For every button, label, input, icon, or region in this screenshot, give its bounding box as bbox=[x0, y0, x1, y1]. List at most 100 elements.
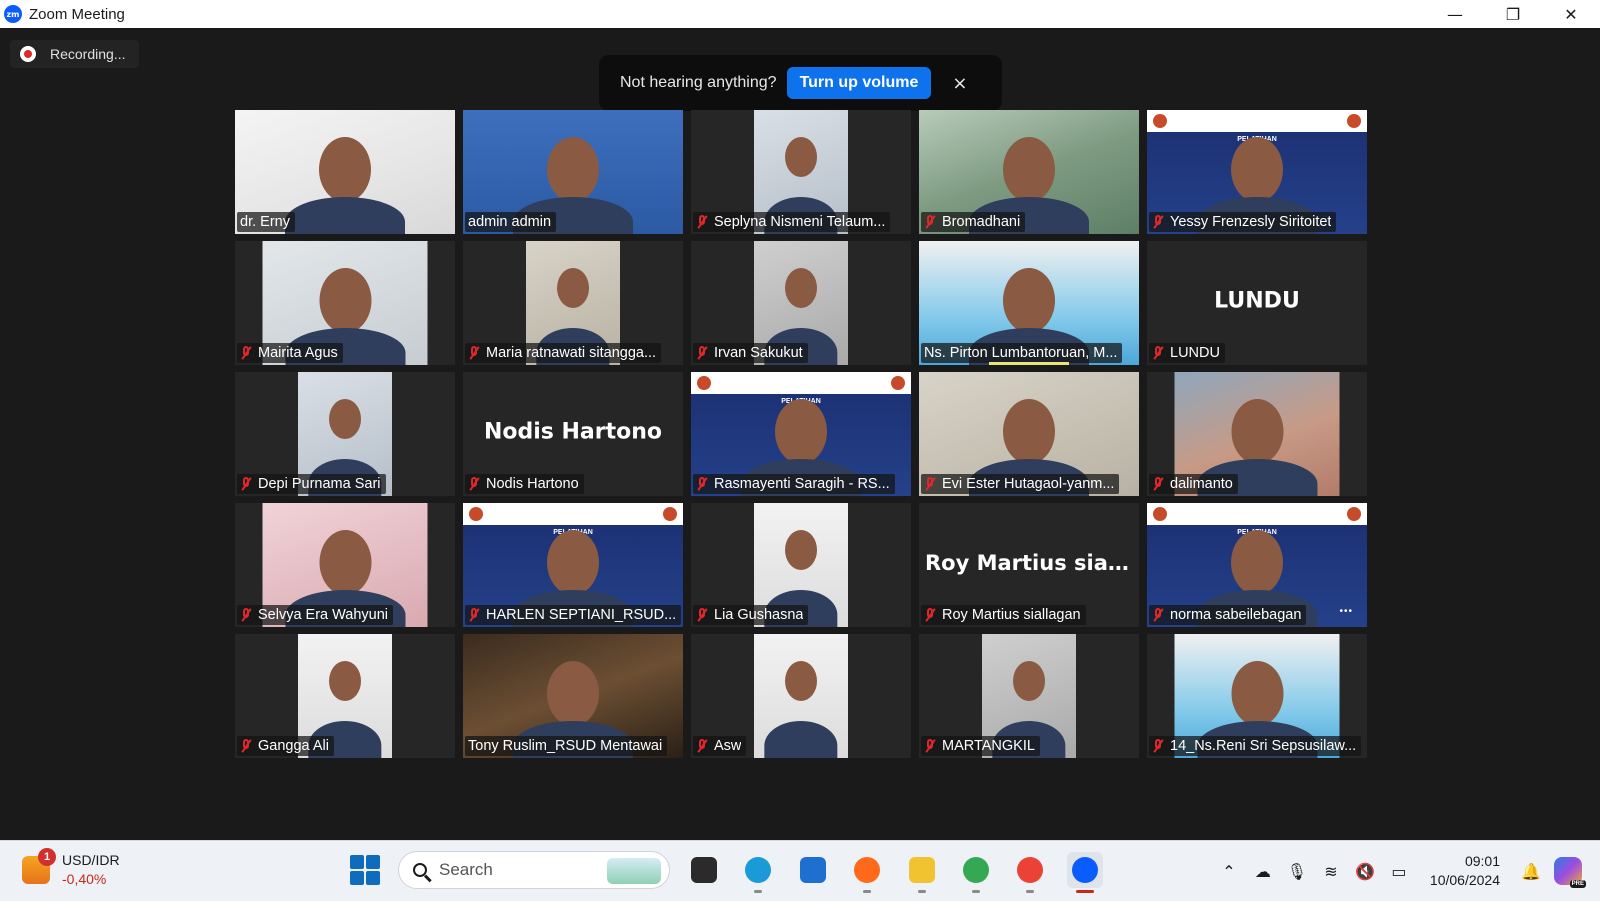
participant-tile[interactable]: Mairita Agus bbox=[235, 241, 455, 365]
chrome-button[interactable] bbox=[958, 852, 994, 893]
firefox-button[interactable] bbox=[849, 852, 885, 893]
participant-tile[interactable]: 14_Ns.Reni Sri Sepsusilaw... bbox=[1147, 634, 1367, 758]
mic-muted-icon bbox=[1152, 739, 1164, 753]
person-head bbox=[319, 137, 371, 203]
mic-muted-icon bbox=[924, 477, 936, 491]
participant-tile[interactable]: LUNDU LUNDU bbox=[1147, 241, 1367, 365]
running-indicator bbox=[863, 890, 871, 893]
clock[interactable]: 09:01 10/06/2024 bbox=[1430, 852, 1500, 890]
speaker-muted-icon[interactable]: 🔇 bbox=[1354, 860, 1376, 882]
slide-logos bbox=[463, 507, 683, 521]
participant-name-tag: MARTANGKIL bbox=[921, 736, 1040, 756]
microphone-icon[interactable]: 🎙 bbox=[1286, 860, 1308, 882]
weather-finance-widget[interactable]: 1 USD/IDR -0,40% bbox=[22, 848, 120, 889]
participant-video bbox=[754, 634, 848, 758]
mic-muted-icon bbox=[924, 608, 936, 622]
store-button[interactable] bbox=[795, 852, 831, 888]
participant-name-tag: Mairita Agus bbox=[237, 343, 343, 363]
participant-tile[interactable]: Evi Ester Hutagaol-yanm... bbox=[919, 372, 1139, 496]
restore-icon: ❐ bbox=[1505, 4, 1521, 24]
person-head bbox=[547, 137, 599, 203]
participant-tile[interactable]: MARTANGKIL bbox=[919, 634, 1139, 758]
wifi-icon[interactable]: ≋ bbox=[1320, 860, 1342, 882]
participant-tile[interactable]: Lia Gushasna bbox=[691, 503, 911, 627]
participant-tile[interactable]: dr. Erny bbox=[235, 110, 455, 234]
notification-icon[interactable]: 🔔 bbox=[1520, 860, 1542, 882]
person-body bbox=[764, 720, 838, 758]
edge-button[interactable] bbox=[740, 852, 776, 893]
person-head bbox=[319, 268, 371, 334]
participant-name: Irvan Sakukut bbox=[714, 345, 803, 361]
participant-name: Lia Gushasna bbox=[714, 607, 804, 623]
chevron-up-icon[interactable]: ⌃ bbox=[1218, 860, 1240, 882]
file-explorer-icon bbox=[909, 857, 935, 883]
participant-tile[interactable]: PELATIHANYessy Frenzesly Siritoitet bbox=[1147, 110, 1367, 234]
more-options-icon[interactable]: ••• bbox=[1339, 606, 1353, 617]
restore-button[interactable]: ❐ bbox=[1484, 0, 1542, 28]
zoom-logo-icon: zm bbox=[4, 5, 22, 23]
participant-tile[interactable]: Depi Purnama Sari bbox=[235, 372, 455, 496]
participant-tile[interactable]: Gangga Ali bbox=[235, 634, 455, 758]
participant-tile[interactable]: PELATIHANnorma sabeilebagan••• bbox=[1147, 503, 1367, 627]
chrome-profile-button[interactable] bbox=[1012, 852, 1048, 893]
minimize-button[interactable]: — bbox=[1426, 0, 1484, 28]
logo-icon bbox=[1347, 114, 1361, 128]
participant-tile[interactable]: Ns. Pirton Lumbantoruan, M... bbox=[919, 241, 1139, 365]
participant-tile[interactable]: Nodis Hartono Nodis Hartono bbox=[463, 372, 683, 496]
person-head bbox=[557, 268, 589, 309]
slide-logos bbox=[691, 376, 911, 390]
participant-name: Depi Purnama Sari bbox=[258, 476, 381, 492]
participant-name-tag: Maria ratnawati sitangga... bbox=[465, 343, 662, 363]
battery-icon[interactable]: ▭ bbox=[1388, 860, 1410, 882]
participant-tile[interactable]: Maria ratnawati sitangga... bbox=[463, 241, 683, 365]
mic-muted-icon bbox=[696, 477, 708, 491]
toast-close-button[interactable]: × bbox=[952, 73, 967, 94]
participant-tile[interactable]: Seplyna Nismeni Telaum... bbox=[691, 110, 911, 234]
participant-name: dr. Erny bbox=[240, 214, 290, 230]
participant-tile[interactable]: Bromadhani bbox=[919, 110, 1139, 234]
copilot-icon[interactable]: PRE bbox=[1554, 857, 1586, 888]
recording-indicator[interactable]: Recording... bbox=[10, 40, 140, 68]
start-button[interactable] bbox=[350, 855, 380, 885]
task-view-button[interactable] bbox=[686, 852, 722, 888]
system-tray: ⌃ ☁ 🎙 ≋ 🔇 ▭ 09:01 10/06/2024 🔔 PRE bbox=[1212, 841, 1600, 901]
logo-icon bbox=[1347, 507, 1361, 521]
participant-name-tag: Irvan Sakukut bbox=[693, 343, 808, 363]
participant-tile[interactable]: PELATIHANHARLEN SEPTIANI_RSUD... bbox=[463, 503, 683, 627]
participant-name: Maria ratnawati sitangga... bbox=[486, 345, 657, 361]
running-indicator bbox=[972, 890, 980, 893]
firefox-icon bbox=[854, 857, 880, 883]
clock-date: 10/06/2024 bbox=[1429, 872, 1500, 888]
participant-name-tag: Tony Ruslim_RSUD Mentawai bbox=[465, 736, 668, 756]
close-window-button[interactable]: ✕ bbox=[1542, 0, 1600, 28]
gallery-grid: dr. Erny admin admin Seplyna Nismeni Telau… bbox=[235, 110, 1367, 758]
participant-tile[interactable]: dalimanto bbox=[1147, 372, 1367, 496]
person-head bbox=[547, 530, 599, 596]
participant-tile[interactable]: Tony Ruslim_RSUD Mentawai bbox=[463, 634, 683, 758]
mic-muted-icon bbox=[1152, 215, 1164, 229]
mic-muted-icon bbox=[1152, 346, 1164, 360]
participant-tile[interactable]: PELATIHANRasmayenti Saragih - RS... bbox=[691, 372, 911, 496]
onedrive-icon[interactable]: ☁ bbox=[1252, 860, 1274, 882]
participant-display-name: LUNDU bbox=[1214, 288, 1300, 314]
participant-name-tag: LUNDU bbox=[1149, 343, 1225, 363]
edge-icon bbox=[745, 857, 771, 883]
zoom-button[interactable] bbox=[1067, 852, 1103, 893]
participant-tile[interactable]: admin admin bbox=[463, 110, 683, 234]
person-head bbox=[785, 137, 817, 178]
turn-up-volume-button[interactable]: Turn up volume bbox=[786, 67, 932, 99]
mic-muted-icon bbox=[240, 739, 252, 753]
participant-tile[interactable]: Asw bbox=[691, 634, 911, 758]
logo-icon bbox=[1153, 507, 1167, 521]
taskbar-search[interactable]: Search bbox=[398, 851, 670, 889]
participant-tile[interactable]: Irvan Sakukut bbox=[691, 241, 911, 365]
participant-name: Gangga Ali bbox=[258, 738, 329, 754]
logo-icon bbox=[663, 507, 677, 521]
file-explorer-button[interactable] bbox=[904, 852, 940, 893]
participant-tile[interactable]: Roy Martius sial... Roy Martius siallagan bbox=[919, 503, 1139, 627]
mic-muted-icon bbox=[240, 477, 252, 491]
chrome-profile-icon bbox=[1017, 857, 1043, 883]
participant-tile[interactable]: Selvya Era Wahyuni bbox=[235, 503, 455, 627]
slide-logos bbox=[1147, 507, 1367, 521]
logo-icon bbox=[469, 507, 483, 521]
